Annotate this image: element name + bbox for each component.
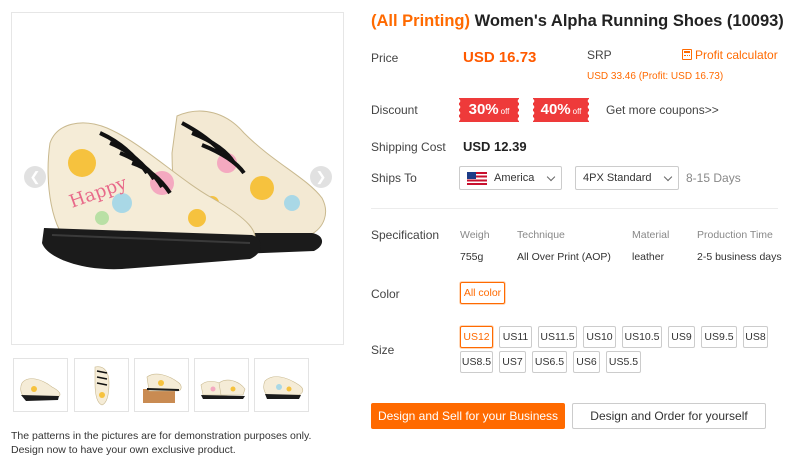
size-option[interactable]: US9	[668, 326, 695, 348]
thumbnail[interactable]	[134, 358, 189, 412]
size-option[interactable]: US6	[573, 351, 600, 373]
spec-weight-value: 755g	[460, 251, 484, 263]
chevron-left-icon: ❮	[29, 169, 41, 184]
size-option[interactable]: US5.5	[606, 351, 641, 373]
spec-material-header: Material	[632, 229, 670, 241]
color-option-all[interactable]: All color	[460, 282, 505, 304]
coupon-percent: 40%	[540, 101, 571, 118]
gallery-next-button[interactable]: ❯	[310, 166, 332, 188]
product-title: (All Printing) Women's Alpha Running Sho…	[371, 12, 791, 31]
size-option[interactable]: US11.5	[538, 326, 577, 348]
spec-material-value: leather	[632, 251, 665, 263]
country-value: America	[494, 172, 535, 184]
shipping-cost-label: Shipping Cost	[371, 140, 446, 154]
srp-detail: USD 33.46 (Profit: USD 16.73)	[587, 71, 724, 82]
demo-disclaimer: The patterns in the pictures are for dem…	[11, 429, 341, 457]
delivery-days: 8-15 Days	[686, 171, 741, 185]
gallery-prev-button[interactable]: ❮	[24, 166, 46, 188]
specification-label: Specification	[371, 228, 440, 242]
main-product-image: Happy	[11, 12, 344, 345]
calculator-icon	[682, 49, 692, 60]
size-option[interactable]: US7	[499, 351, 526, 373]
country-select[interactable]: America	[459, 166, 562, 190]
printing-tag: (All Printing)	[371, 12, 470, 30]
profit-calculator-label: Profit calculator	[695, 48, 778, 62]
shipping-cost-value: USD 12.39	[463, 139, 527, 154]
price-value: USD 16.73	[463, 49, 537, 66]
design-and-sell-button[interactable]: Design and Sell for your Business	[371, 403, 565, 429]
size-option[interactable]: US12	[460, 326, 493, 348]
color-label: Color	[371, 287, 400, 301]
spec-production-time-header: Production Time	[697, 229, 773, 241]
spec-production-time-value: 2-5 business days	[697, 251, 782, 263]
coupon-percent: 30%	[468, 101, 499, 118]
disclaimer-line: Design now to have your own exclusive pr…	[11, 444, 236, 456]
more-coupons-link[interactable]: Get more coupons>>	[606, 103, 719, 117]
chevron-down-icon	[663, 172, 673, 182]
coupon-40-off[interactable]: 40% off	[532, 98, 589, 122]
product-name: Women's Alpha Running Shoes (10093)	[469, 12, 784, 30]
us-flag-icon	[467, 171, 487, 185]
size-option[interactable]: US8	[743, 326, 768, 348]
srp-label: SRP	[587, 48, 612, 62]
size-option[interactable]: US11	[499, 326, 532, 348]
ships-to-label: Ships To	[371, 171, 417, 185]
shipping-method-value: 4PX Standard	[583, 172, 652, 184]
section-divider	[371, 208, 778, 209]
disclaimer-line: The patterns in the pictures are for dem…	[11, 430, 312, 442]
coupon-off: off	[500, 107, 510, 116]
chevron-down-icon	[546, 172, 556, 182]
thumbnail[interactable]	[254, 358, 309, 412]
thumbnail[interactable]	[13, 358, 68, 412]
design-and-order-button[interactable]: Design and Order for yourself	[572, 403, 766, 429]
size-option[interactable]: US10.5	[622, 326, 662, 348]
thumbnail[interactable]	[74, 358, 129, 412]
size-option[interactable]: US9.5	[701, 326, 737, 348]
price-label: Price	[371, 51, 399, 65]
size-option[interactable]: US6.5	[532, 351, 567, 373]
discount-label: Discount	[371, 103, 418, 117]
spec-weight-header: Weigh	[460, 229, 490, 241]
profit-calculator-link[interactable]: Profit calculator	[682, 48, 778, 62]
chevron-right-icon: ❯	[315, 169, 327, 184]
spec-technique-value: All Over Print (AOP)	[517, 251, 611, 263]
shoe-illustration: Happy	[42, 110, 326, 270]
shipping-method-select[interactable]: 4PX Standard	[575, 166, 679, 190]
thumbnail[interactable]	[194, 358, 249, 412]
coupon-off: off	[572, 107, 582, 116]
size-label: Size	[371, 343, 395, 357]
spec-technique-header: Technique	[517, 229, 565, 241]
thumbnail-strip	[13, 358, 345, 412]
size-option[interactable]: US10	[583, 326, 616, 348]
coupon-30-off[interactable]: 30% off	[458, 98, 519, 122]
size-option[interactable]: US8.5	[460, 351, 493, 373]
